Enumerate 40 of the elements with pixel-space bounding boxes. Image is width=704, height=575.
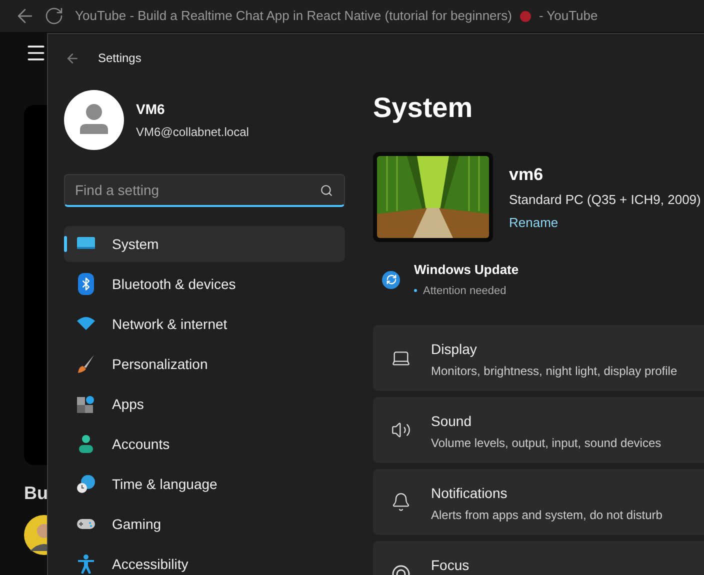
paintbrush-icon (76, 354, 96, 374)
page-heading: System (373, 91, 474, 125)
globe-clock-icon (76, 474, 96, 494)
rename-link[interactable]: Rename (509, 212, 701, 232)
settings-card[interactable]: Sound Volume levels, output, input, sound devices (373, 397, 704, 463)
update-icon (382, 270, 400, 288)
bluetooth-icon (78, 273, 94, 295)
user-email: VM6@collabnet.local (136, 124, 249, 141)
back-icon[interactable] (65, 50, 80, 66)
apps-icon (76, 394, 96, 414)
user-avatar (64, 90, 124, 150)
nav-item[interactable]: Gaming (64, 506, 345, 542)
nav-item[interactable]: Apps (64, 386, 345, 422)
person-icon (76, 434, 96, 454)
nav-item[interactable]: Accounts (64, 426, 345, 462)
settings-card[interactable]: Display Monitors, brightness, night light, display profile (373, 325, 704, 391)
window-title: Settings (98, 50, 142, 67)
refresh-icon[interactable] (44, 6, 64, 26)
search-field[interactable]: Find a setting (64, 174, 345, 207)
user-name: VM6 (136, 100, 166, 119)
settings-card[interactable]: Focus (373, 541, 704, 575)
accessibility-icon (76, 554, 96, 574)
video-heading: Bu (24, 482, 48, 505)
speaker-icon (391, 420, 411, 440)
selection-indicator (64, 236, 67, 252)
nav-item[interactable]: Accessibility (64, 546, 345, 575)
nav-item[interactable]: Network & internet (64, 306, 345, 342)
page-title: YouTube - Build a Realtime Chat App in React Native (tutorial for beginners) (75, 7, 512, 26)
bell-icon (391, 492, 411, 512)
update-title: Windows Update (414, 261, 519, 279)
page-title-suffix: - YouTube (538, 7, 598, 26)
nav-item[interactable]: Personalization (64, 346, 345, 382)
update-status: Attention needed (423, 284, 506, 298)
nav-item[interactable]: System (64, 226, 345, 262)
nav-item[interactable]: Time & language (64, 466, 345, 502)
device-name: vm6 (509, 164, 544, 186)
nav-item[interactable]: Bluetooth & devices (64, 266, 345, 302)
search-icon[interactable] (320, 184, 333, 197)
settings-card[interactable]: Notifications Alerts from apps and system, do not disturb (373, 469, 704, 535)
device-model: Standard PC (Q35 + ICH9, 2009) (509, 191, 701, 210)
